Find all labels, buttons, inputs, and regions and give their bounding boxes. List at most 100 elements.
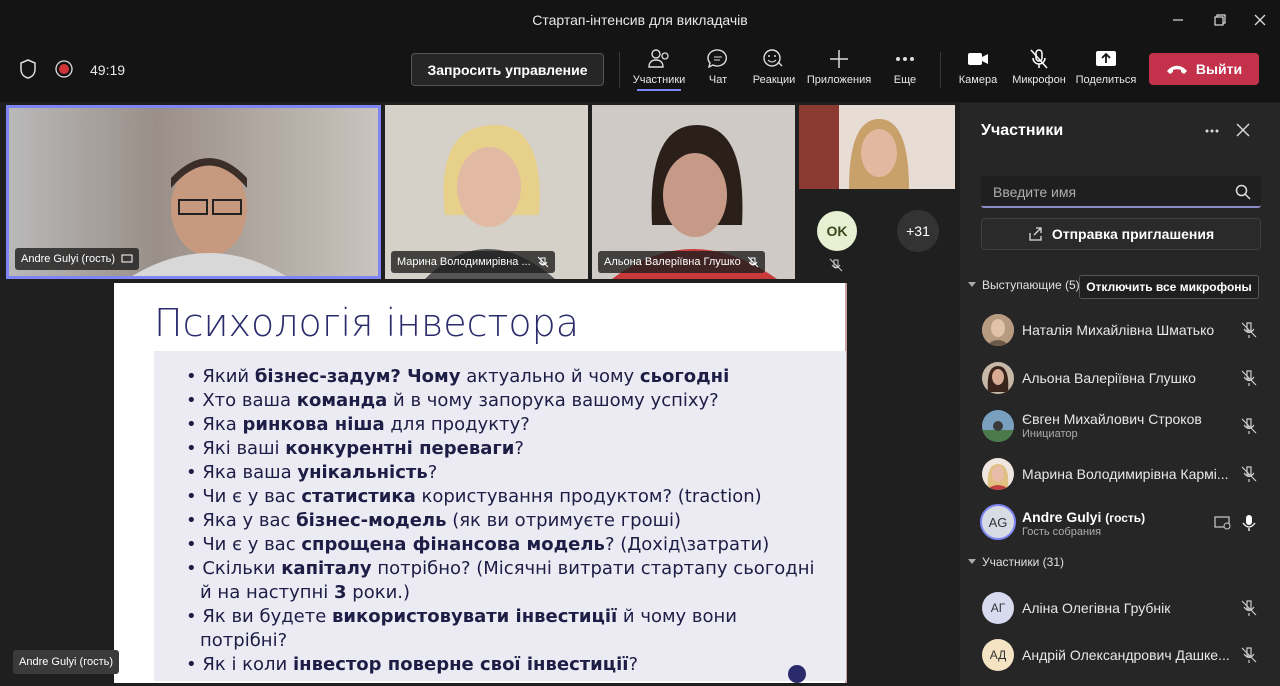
slide-bullet-text: Які ваші: [202, 438, 286, 459]
slide-bullet: Які ваші конкурентні переваги?: [186, 437, 826, 461]
toolbar-divider: [619, 52, 620, 88]
slide-bullet-emphasis: статистика: [301, 486, 416, 507]
avatar: АГ: [982, 592, 1014, 624]
attendees-section-label: Участники (31): [982, 555, 1065, 569]
slide-bullet-list: Який бізнес-задум? Чому актуально й чому…: [186, 365, 826, 677]
slide-bullet: Як ви будете використовувати інвестиції …: [186, 605, 826, 653]
send-invite-button[interactable]: Отправка приглашения: [981, 218, 1261, 250]
slide-bullet-emphasis: спрощена фінансова модель: [301, 534, 605, 555]
attendees-section-toggle[interactable]: Участники (31): [968, 555, 1064, 569]
minimize-icon[interactable]: [1164, 6, 1192, 34]
mute-all-button[interactable]: Отключить все микрофоны: [1079, 275, 1259, 299]
more-options-icon[interactable]: [1204, 123, 1220, 144]
close-icon[interactable]: [1246, 6, 1274, 34]
leave-button[interactable]: Выйти: [1149, 53, 1259, 85]
participant-name: Наталія Михайлівна Шматько: [1022, 322, 1215, 338]
participant-row[interactable]: AG Andre Gulyi (гость) Гость собрания: [980, 502, 1276, 546]
participants-button[interactable]: Участники: [632, 48, 686, 96]
presenters-section-label: Выступающие (5): [982, 278, 1080, 292]
slide-bullet-emphasis: інвестор поверне свої інвестиції: [292, 654, 629, 675]
participant-name: Альона Валеріївна Глушко: [1022, 370, 1196, 386]
search-input[interactable]: Введите имя: [981, 176, 1261, 208]
search-icon: [1235, 184, 1251, 200]
microphone-label: Микрофон: [1012, 74, 1066, 86]
slide-bullet-text: ?: [628, 654, 639, 675]
participant-row[interactable]: Марина Володимирівна Кармі...: [980, 454, 1276, 494]
mic-icon: [1242, 515, 1256, 531]
slide-bullet: Як і коли інвестор поверне свої інвестиц…: [186, 653, 826, 677]
participant-name-chip: Andre Gulyi (гость): [15, 248, 140, 270]
slide-bullet-text: Скільки: [202, 558, 282, 579]
participant-row[interactable]: АГ Аліна Олегівна Грубнік: [980, 588, 1276, 628]
slide-bullet-text: для продукту?: [384, 414, 530, 435]
participant-name: Марина Володимирівна Кармі...: [1022, 466, 1229, 482]
video-tile-alona[interactable]: Альона Валеріївна Глушко: [592, 105, 795, 279]
slide-bullet-text: Чи є у вас: [202, 534, 302, 555]
toolbar-divider: [940, 52, 941, 88]
chat-button[interactable]: Чат: [704, 48, 732, 96]
avatar: [982, 410, 1014, 442]
reactions-button[interactable]: Реакции: [752, 48, 796, 96]
chevron-down-icon: [968, 559, 976, 564]
avatar: АД: [982, 639, 1014, 671]
people-icon: [648, 49, 669, 68]
panel-title: Участники: [981, 122, 1064, 139]
video-tile-small[interactable]: [799, 105, 955, 189]
participant-name: Марина Володимирівна ...: [397, 256, 531, 268]
slide-bullet-text: й в чому запорука вашому успіху?: [387, 390, 719, 411]
active-indicator: [637, 89, 681, 91]
slide-bullet-text: користування продуктом? (traction): [415, 486, 762, 507]
presenter-label: Andre Gulyi (гость): [13, 650, 120, 674]
search-placeholder: Введите имя: [993, 184, 1077, 200]
participant-row[interactable]: Наталія Михайлівна Шматько: [980, 310, 1276, 350]
presenters-section-toggle[interactable]: Выступающие (5): [968, 278, 1080, 292]
share-arrow-icon: [1029, 227, 1042, 241]
shield-icon[interactable]: [18, 58, 38, 85]
slide-bullet: Яка ринкова ніша для продукту?: [186, 413, 826, 437]
slide-bullet-text: Чи є у вас: [202, 486, 302, 507]
slide-bullet-emphasis: капіталу: [281, 558, 372, 579]
camera-button[interactable]: Камера: [958, 48, 998, 96]
slide-bullet-emphasis: команда: [296, 390, 388, 411]
mic-off-icon: [1030, 49, 1048, 69]
slide-bullet-emphasis: бізнес-модель: [296, 510, 447, 531]
meeting-timer: 49:19: [90, 62, 126, 78]
chevron-down-icon: [968, 282, 976, 287]
participant-role: Инициатор: [1022, 428, 1078, 440]
video-tile-maryna[interactable]: Марина Володимирівна ...: [385, 105, 588, 279]
chat-label: Чат: [708, 74, 728, 86]
more-button[interactable]: Еще: [890, 48, 920, 96]
mic-off-icon: [1241, 647, 1257, 663]
participant-row[interactable]: Євген Михайлович Строков Инициатор: [980, 406, 1276, 446]
slide-bullet-text: Як ви будете: [202, 606, 333, 627]
slide-bullet: Яка ваша унікальність?: [186, 461, 826, 485]
participant-name: Андрій Олександрович Дашке...: [1022, 647, 1230, 663]
slide-bullet-text: ?: [514, 438, 524, 459]
slide-bullet-text: Який: [202, 366, 255, 387]
recording-icon: [55, 60, 73, 83]
participants-label: Участники: [632, 74, 686, 86]
avatar[interactable]: OK: [817, 211, 857, 251]
participant-name: Andre Gulyi (гость): [21, 253, 116, 265]
close-panel-icon[interactable]: [1236, 123, 1250, 142]
apps-button[interactable]: Приложения: [806, 48, 872, 96]
slide-bullet-text: Яка ваша: [202, 462, 298, 483]
leave-label: Выйти: [1195, 61, 1243, 77]
slide-content-box: Який бізнес-задум? Чому актуально й чому…: [154, 351, 846, 681]
video-tile-presenter[interactable]: Andre Gulyi (гость): [6, 105, 381, 279]
share-button[interactable]: Поделиться: [1076, 48, 1136, 96]
participant-row[interactable]: Альона Валеріївна Глушко: [980, 358, 1276, 398]
request-control-button[interactable]: Запросить управление: [411, 53, 604, 86]
microphone-button[interactable]: Микрофон: [1010, 48, 1068, 96]
participant-row[interactable]: АД Андрій Олександрович Дашке...: [980, 635, 1276, 675]
avatar: [982, 362, 1014, 394]
more-participants-button[interactable]: +31: [897, 210, 939, 252]
slide-bullet-text: (як ви отримуєте гроші): [446, 510, 682, 531]
camera-icon: [968, 53, 988, 65]
share-label: Поделиться: [1075, 74, 1137, 86]
slide-bullet-emphasis: ринкова ніша: [242, 414, 385, 435]
plus-icon: [830, 50, 848, 68]
shared-slide: Психологія інвестора Який бізнес-задум? …: [114, 283, 847, 683]
maximize-icon[interactable]: [1206, 6, 1234, 34]
reactions-label: Реакции: [752, 74, 796, 86]
